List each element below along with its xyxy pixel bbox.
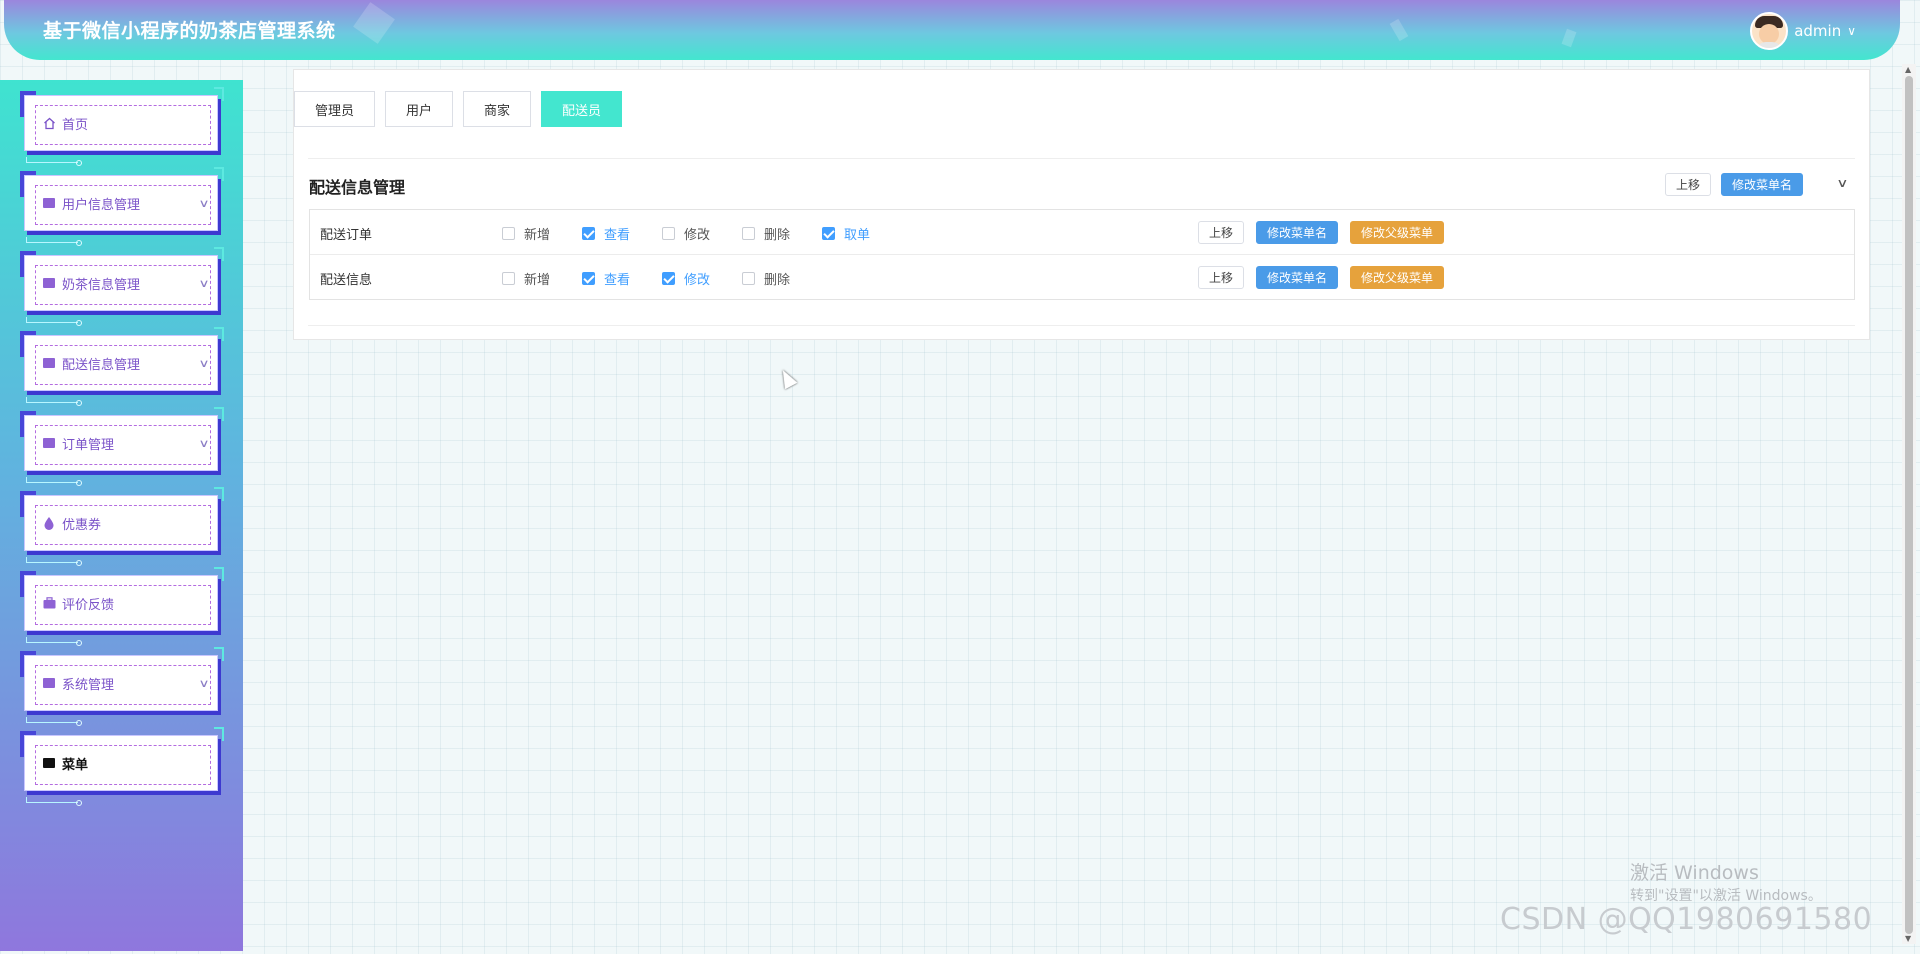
tab-admin[interactable]: 管理员	[294, 91, 376, 127]
drop-icon	[42, 516, 56, 530]
header-decoration	[1389, 18, 1409, 42]
perm-add-checkbox[interactable]: 新增	[502, 224, 550, 243]
section-title: 配送信息管理	[309, 178, 406, 197]
app-title: 基于微信小程序的奶茶店管理系统	[43, 20, 336, 42]
chevron-down-icon: ∨	[1847, 24, 1856, 38]
perm-edit-checkbox[interactable]: 修改	[662, 224, 710, 243]
sidebar-item-label: 首页	[62, 117, 89, 133]
username-label: admin	[1794, 22, 1842, 40]
sidebar-item-home[interactable]: 首页	[20, 87, 224, 166]
briefcase-icon	[42, 596, 56, 610]
row-actions: 上移 修改菜单名 修改父级菜单	[1198, 221, 1445, 244]
tab-courier[interactable]: 配送员	[541, 91, 623, 127]
perm-edit-checkbox[interactable]: 修改	[662, 269, 710, 288]
submenu-table: 配送订单 新增 查看 修改 删除 取单 上移 修改菜单名 修改父级菜单 配送信息…	[309, 209, 1855, 300]
change-parent-menu-button[interactable]: 修改父级菜单	[1350, 221, 1445, 244]
sidebar-item-label: 配送信息管理	[62, 357, 141, 373]
grid-icon	[42, 756, 56, 770]
table-row: 配送订单 新增 查看 修改 删除 取单 上移 修改菜单名 修改父级菜单	[310, 210, 1854, 255]
avatar	[1750, 12, 1789, 50]
chevron-down-icon: ∨	[198, 436, 210, 450]
folder-icon	[42, 196, 56, 210]
perm-delete-checkbox[interactable]: 删除	[742, 269, 790, 288]
tab-user[interactable]: 用户	[385, 91, 454, 127]
table-row: 配送信息 新增 查看 修改 删除 上移 修改菜单名 修改父级菜单	[310, 255, 1854, 300]
sidebar-item-label: 用户信息管理	[62, 197, 141, 213]
perm-view-checkbox[interactable]: 查看	[582, 224, 630, 243]
change-parent-menu-button[interactable]: 修改父级菜单	[1350, 266, 1445, 289]
perm-delete-checkbox[interactable]: 删除	[742, 224, 790, 243]
submenu-name: 配送订单	[320, 228, 373, 243]
folder-icon	[42, 356, 56, 370]
header-decoration	[353, 2, 395, 44]
top-header: 基于微信小程序的奶茶店管理系统 admin ∨	[4, 0, 1900, 60]
divider	[308, 158, 1855, 159]
sidebar-item-orders[interactable]: 订单管理 ∨	[20, 407, 224, 486]
sidebar-item-label: 菜单	[62, 757, 89, 773]
sidebar-item-label: 优惠券	[62, 517, 102, 533]
rename-menu-button[interactable]: 修改菜单名	[1256, 221, 1339, 244]
header-decoration	[1561, 28, 1577, 48]
sidebar: 首页 用户信息管理 ∨ 奶茶信息管理 ∨ 配送信息管理 ∨ 订单管理 ∨ 优惠券…	[0, 80, 243, 951]
folder-icon	[42, 276, 56, 290]
chevron-down-icon: ∨	[198, 276, 210, 290]
sidebar-item-feedback[interactable]: 评价反馈	[20, 567, 224, 646]
sidebar-item-delivery-info[interactable]: 配送信息管理 ∨	[20, 327, 224, 406]
perm-view-checkbox[interactable]: 查看	[582, 269, 630, 288]
tab-merchant[interactable]: 商家	[463, 91, 532, 127]
move-up-button[interactable]: 上移	[1198, 221, 1245, 244]
scroll-up-icon[interactable]: ▲	[1905, 65, 1911, 74]
scroll-down-icon[interactable]: ▼	[1905, 934, 1911, 943]
perm-add-checkbox[interactable]: 新增	[502, 269, 550, 288]
order-icon	[42, 436, 56, 450]
sidebar-item-menu[interactable]: 菜单	[20, 727, 224, 806]
sidebar-item-user-info[interactable]: 用户信息管理 ∨	[20, 167, 224, 246]
rename-menu-button[interactable]: 修改菜单名	[1256, 266, 1339, 289]
role-tabs: 管理员 用户 商家 配送员	[294, 91, 623, 127]
row-actions: 上移 修改菜单名 修改父级菜单	[1198, 266, 1445, 289]
book-icon	[42, 676, 56, 690]
scrollbar-thumb[interactable]	[1905, 76, 1913, 934]
chevron-down-icon: ∨	[198, 196, 210, 210]
section-move-up-button[interactable]: 上移	[1664, 173, 1711, 196]
section-rename-button[interactable]: 修改菜单名	[1720, 173, 1803, 196]
sidebar-item-label: 系统管理	[62, 677, 115, 693]
submenu-name: 配送信息	[320, 273, 373, 288]
sidebar-item-label: 订单管理	[62, 437, 115, 453]
sidebar-item-coupons[interactable]: 优惠券	[20, 487, 224, 566]
sidebar-item-system[interactable]: 系统管理 ∨	[20, 647, 224, 726]
sidebar-item-milktea-info[interactable]: 奶茶信息管理 ∨	[20, 247, 224, 326]
home-icon	[42, 116, 56, 130]
menu-permission-card: 管理员 用户 商家 配送员 配送信息管理 上移 修改菜单名 ∨ 配送订单 新增 …	[293, 69, 1870, 340]
windows-activation-title: 激活 Windows	[1630, 862, 1759, 884]
divider	[308, 325, 1855, 326]
sidebar-item-label: 奶茶信息管理	[62, 277, 141, 293]
sidebar-item-label: 评价反馈	[62, 597, 115, 613]
page-scrollbar[interactable]: ▲ ▼	[1902, 64, 1916, 944]
user-menu[interactable]: admin ∨	[1750, 12, 1856, 50]
chevron-down-icon: ∨	[198, 356, 210, 370]
move-up-button[interactable]: 上移	[1198, 266, 1245, 289]
chevron-down-icon: ∨	[198, 676, 210, 690]
section-actions: 上移 修改菜单名	[1664, 173, 1803, 196]
perm-pickup-checkbox[interactable]: 取单	[822, 224, 870, 243]
csdn-watermark: CSDN @QQ1980691580	[1500, 902, 1873, 937]
collapse-toggle-icon[interactable]: ∨	[1836, 176, 1848, 190]
